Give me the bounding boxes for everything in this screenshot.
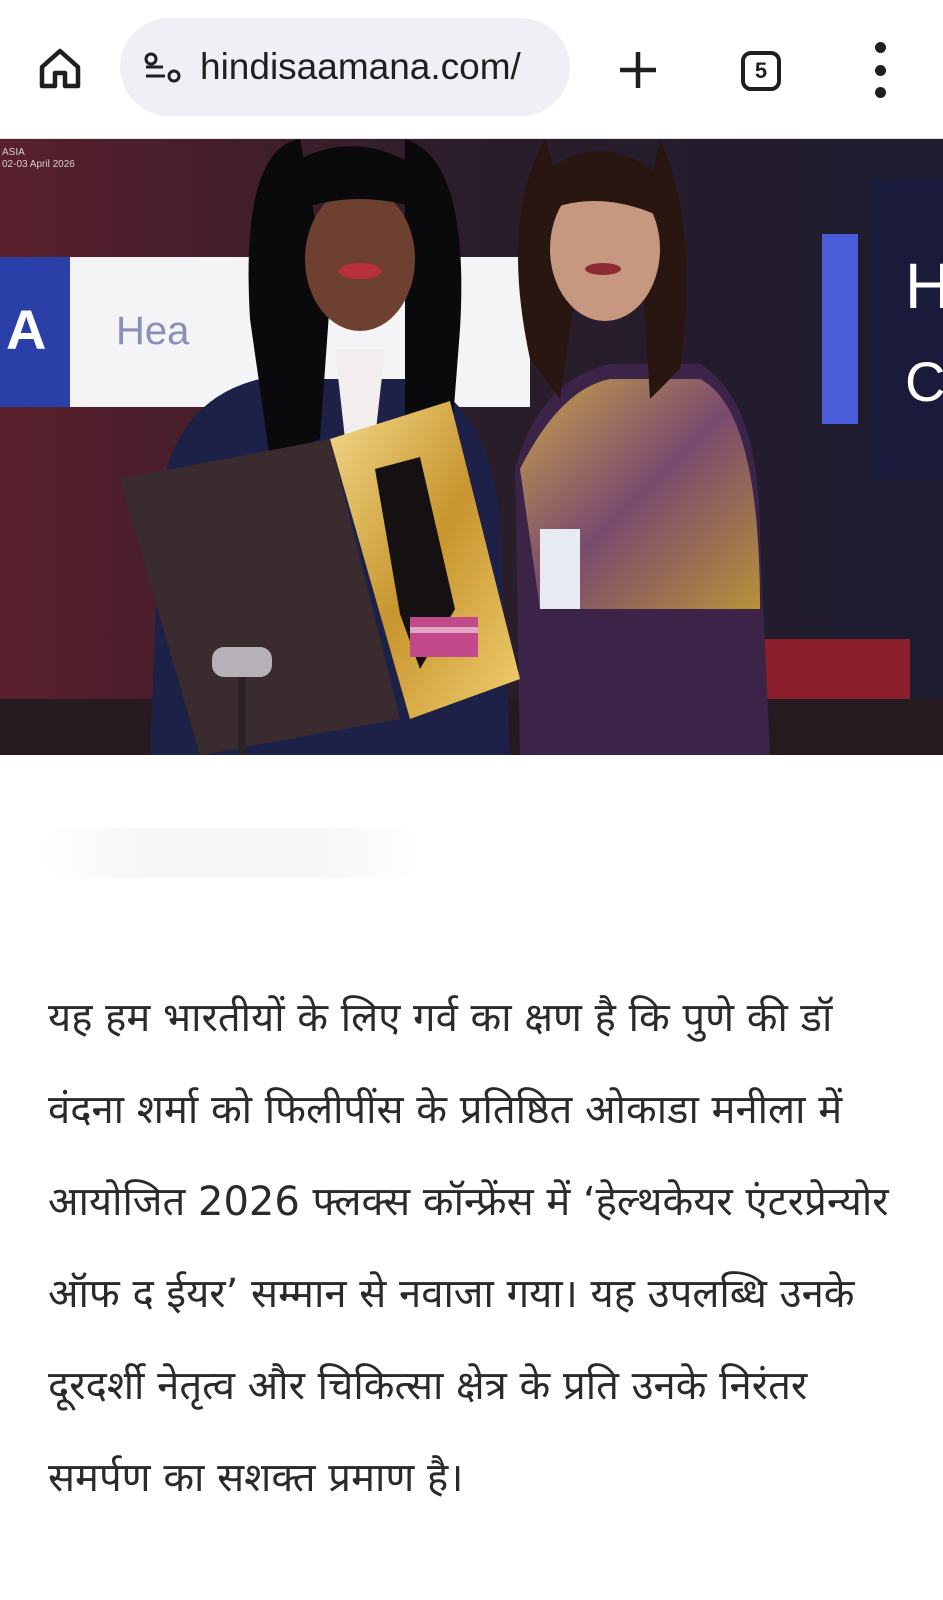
banner-left-letter: A (6, 298, 47, 361)
menu-dot (874, 64, 886, 76)
event-tag: ASIA (2, 147, 25, 158)
event-date-label: ASIA 02-03 April 2026 (2, 147, 75, 171)
browser-toolbar: hindisaamana.com/ 5 (0, 0, 943, 139)
tune-icon[interactable] (142, 46, 184, 88)
event-date: 02-03 April 2026 (2, 159, 75, 170)
home-icon (39, 48, 81, 89)
url-text[interactable]: hindisaamana.com/ (200, 46, 521, 88)
home-button[interactable] (30, 40, 90, 96)
menu-dot (874, 42, 886, 53)
plus-icon (620, 52, 656, 88)
award-photo-illustration (0, 139, 943, 755)
article-body: यह हम भारतीयों के लिए गर्व का क्षण है कि… (48, 972, 918, 1524)
tab-switcher-button[interactable]: 5 (734, 44, 788, 98)
faded-caption-placeholder (40, 828, 420, 878)
banner-word: Hea (116, 309, 190, 353)
menu-dot (874, 87, 886, 98)
tab-count: 5 (754, 58, 768, 83)
banner-right-bottom: C (905, 350, 943, 413)
new-tab-button[interactable] (608, 40, 668, 100)
banner-right-top: H (905, 250, 943, 322)
more-vert-icon[interactable] (860, 42, 900, 98)
article-photo: ASIA 02-03 April 2026 A Hea H C (0, 139, 943, 755)
tab-switcher-icon: 5 (741, 51, 781, 91)
address-bar[interactable]: hindisaamana.com/ (120, 18, 570, 116)
article-paragraph: यह हम भारतीयों के लिए गर्व का क्षण है कि… (48, 995, 889, 1501)
